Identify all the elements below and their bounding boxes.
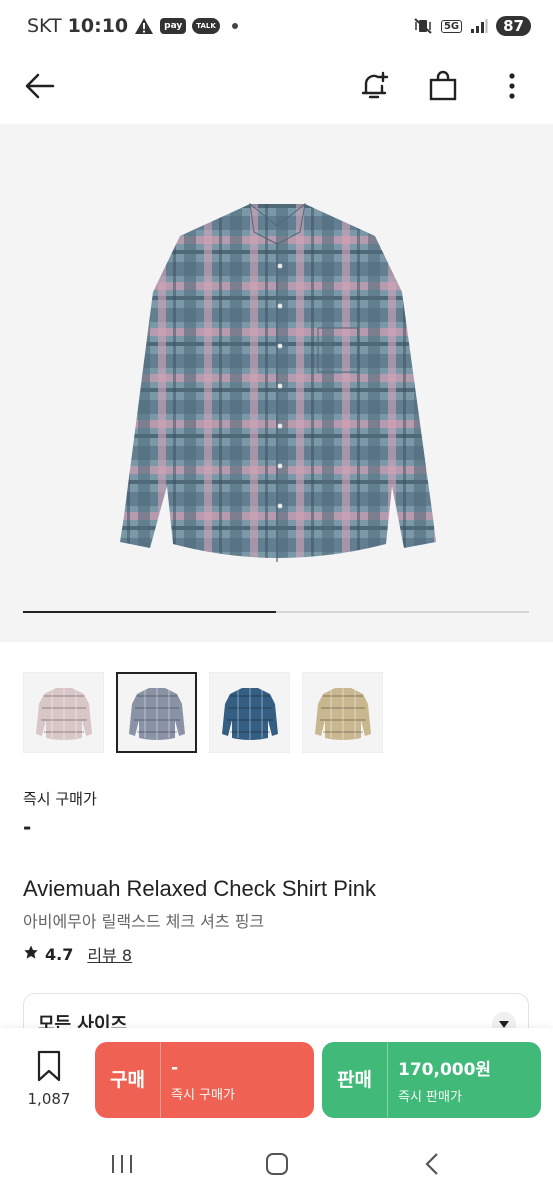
wish-count: 1,087	[27, 1090, 71, 1108]
pay-badge: pay	[160, 18, 187, 34]
carrier: SKT	[27, 15, 62, 37]
color-thumbnail[interactable]	[209, 672, 290, 753]
recent-apps-icon	[110, 1153, 134, 1179]
sell-button-label: 판매	[322, 1042, 388, 1118]
wish-button[interactable]: 1,087	[20, 1050, 78, 1108]
notification-add-icon	[358, 70, 390, 106]
back-nav-button[interactable]	[412, 1148, 452, 1184]
thumbnail-shirt-image	[221, 687, 278, 740]
back-button[interactable]	[16, 64, 64, 112]
gallery-progress-fill	[23, 611, 276, 613]
color-thumbnails	[23, 672, 383, 753]
status-right: 5G 87	[413, 16, 531, 36]
rating-row: 4.7 리뷰 8	[23, 942, 132, 966]
chevron-left-icon	[425, 1152, 439, 1180]
thumbnail-shirt-image	[314, 687, 371, 740]
status-bar: SKT 10:10 pay TALK 5G 87	[0, 0, 553, 52]
signal-icon	[470, 18, 488, 34]
product-title-ko: 아비에무아 릴랙스드 체크 셔츠 핑크	[23, 912, 265, 931]
more-button[interactable]	[488, 64, 536, 112]
home-icon	[265, 1152, 289, 1180]
notification-dot	[231, 23, 238, 29]
shopping-bag-button[interactable]	[419, 64, 467, 112]
gallery-progress	[23, 611, 529, 613]
battery-indicator: 87	[496, 16, 531, 36]
product-title-en: Aviemuah Relaxed Check Shirt Pink	[23, 876, 376, 901]
network-label: 5G	[440, 19, 463, 33]
more-vertical-icon	[508, 72, 516, 104]
sell-button-price: 170,000원	[398, 1060, 492, 1080]
network-5g-icon: 5G	[440, 19, 463, 33]
system-nav-bar	[0, 1128, 553, 1200]
bookmark-icon	[34, 1050, 64, 1086]
app-header	[0, 52, 553, 124]
sell-button-caption: 즉시 판매가	[398, 1090, 462, 1105]
back-arrow-icon	[25, 73, 55, 103]
home-button[interactable]	[257, 1148, 297, 1184]
recent-apps-button[interactable]	[102, 1148, 142, 1184]
status-left: SKT 10:10 pay TALK	[27, 15, 238, 37]
price-label: 즉시 구매가	[23, 790, 97, 808]
thumbnail-shirt-image	[35, 687, 92, 740]
buy-button-price: -	[171, 1057, 179, 1078]
review-link[interactable]: 리뷰 8	[87, 942, 132, 966]
product-shirt-image	[120, 202, 436, 562]
vibrate-off-icon	[413, 17, 433, 35]
color-thumbnail[interactable]	[302, 672, 383, 753]
color-thumbnail[interactable]	[23, 672, 104, 753]
bottom-action-bar: 1,087 구매 - 즉시 구매가 판매 170,000원 즉시 판매가	[0, 1028, 553, 1128]
rating-value: 4.7	[45, 944, 74, 964]
buy-button[interactable]: 구매 - 즉시 구매가	[95, 1042, 314, 1118]
warning-icon	[134, 17, 154, 35]
star-icon	[23, 944, 39, 964]
clock: 10:10	[67, 15, 129, 37]
notification-add-button[interactable]	[350, 64, 398, 112]
product-image-gallery[interactable]	[0, 124, 553, 642]
sell-button[interactable]: 판매 170,000원 즉시 판매가	[322, 1042, 541, 1118]
buy-button-caption: 즉시 구매가	[171, 1087, 235, 1103]
buy-button-label: 구매	[95, 1042, 161, 1118]
thumbnail-shirt-image	[128, 687, 185, 740]
shopping-bag-icon	[428, 70, 458, 106]
talk-badge: TALK	[192, 18, 220, 34]
price-value: -	[23, 815, 32, 839]
color-thumbnail[interactable]	[116, 672, 197, 753]
